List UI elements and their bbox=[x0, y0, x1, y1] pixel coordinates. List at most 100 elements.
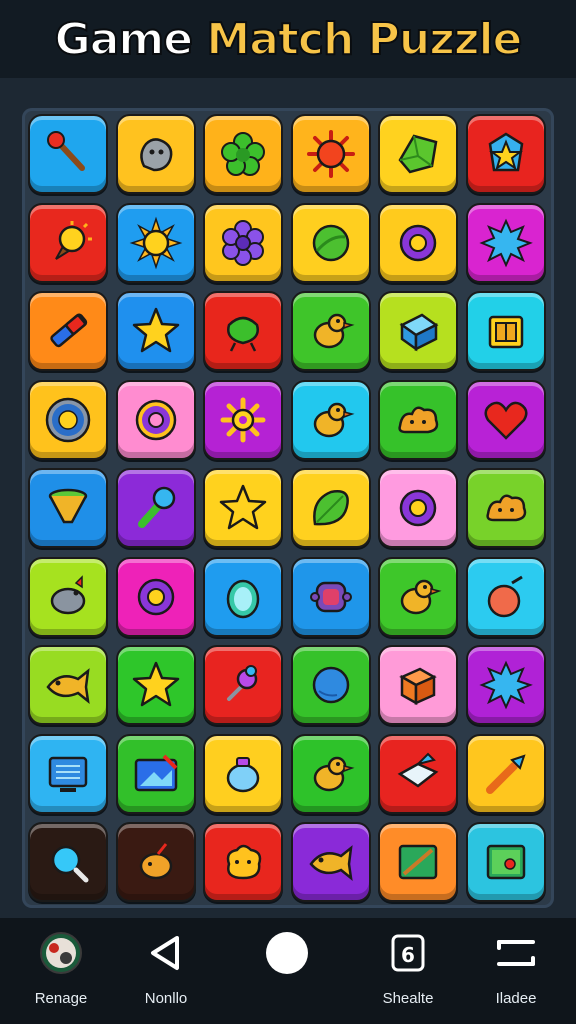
game-tile[interactable] bbox=[28, 645, 108, 725]
sun-cone-icon bbox=[55, 220, 92, 260]
game-tile[interactable] bbox=[378, 556, 458, 637]
game-tile[interactable] bbox=[203, 202, 283, 283]
game-tile[interactable] bbox=[203, 291, 283, 371]
game-tile[interactable] bbox=[28, 291, 108, 371]
game-tile[interactable] bbox=[290, 556, 371, 637]
game-tile[interactable] bbox=[28, 379, 108, 460]
game-tile[interactable] bbox=[465, 291, 546, 371]
heart-icon bbox=[484, 401, 527, 440]
game-tile[interactable] bbox=[203, 379, 283, 460]
fish-icon bbox=[308, 845, 353, 881]
yellow-star-icon bbox=[132, 661, 179, 707]
game-tile[interactable] bbox=[290, 291, 371, 371]
nav-item-label: Renage bbox=[34, 990, 88, 1007]
game-tile[interactable] bbox=[290, 645, 371, 725]
game-tile[interactable] bbox=[28, 822, 108, 902]
bottom-navigation-bar: Renage Nonllo 6 Shealte Iladee bbox=[0, 918, 576, 1024]
game-tile[interactable] bbox=[115, 733, 196, 814]
game-tile[interactable] bbox=[28, 468, 108, 548]
game-tile[interactable] bbox=[115, 379, 196, 460]
game-tile[interactable] bbox=[28, 556, 108, 637]
nav-item-label: Iladee bbox=[495, 990, 537, 1007]
purple-creature-icon bbox=[309, 581, 352, 612]
game-tile[interactable] bbox=[290, 733, 371, 814]
game-tile[interactable] bbox=[203, 645, 283, 725]
game-tile[interactable] bbox=[203, 733, 283, 814]
game-tile[interactable] bbox=[290, 114, 371, 194]
nav-item-nonllo[interactable]: Nonllo bbox=[111, 930, 221, 1020]
sun-badge-icon bbox=[45, 397, 91, 442]
game-tile[interactable] bbox=[290, 379, 371, 460]
game-tile[interactable] bbox=[28, 733, 108, 814]
game-tile[interactable] bbox=[28, 114, 108, 194]
game-tile[interactable] bbox=[28, 202, 108, 283]
game-tile[interactable] bbox=[378, 291, 458, 371]
nav-item-iladee[interactable]: Iladee bbox=[461, 930, 571, 1020]
game-tile[interactable] bbox=[115, 468, 196, 548]
lantern-icon bbox=[226, 756, 260, 792]
title-word-game: Game bbox=[54, 13, 194, 66]
game-tile[interactable] bbox=[115, 202, 196, 283]
game-tile[interactable] bbox=[115, 645, 196, 725]
game-tile[interactable] bbox=[465, 468, 546, 548]
recent-apps-icon: 6 bbox=[385, 930, 431, 976]
avatar-icon bbox=[38, 930, 84, 976]
game-tile[interactable] bbox=[115, 291, 196, 371]
game-tile[interactable] bbox=[465, 379, 546, 460]
game-tile[interactable] bbox=[378, 645, 458, 725]
game-tile[interactable] bbox=[465, 202, 546, 283]
game-tile[interactable] bbox=[378, 114, 458, 194]
yellow-blob-icon bbox=[226, 844, 262, 880]
nav-item-shealte[interactable]: 6 Shealte bbox=[353, 930, 463, 1020]
funnel-icon bbox=[48, 488, 88, 524]
green-orb-icon bbox=[312, 224, 349, 261]
apple-icon bbox=[487, 575, 523, 617]
yellow-box-icon bbox=[488, 315, 523, 349]
blue-star-gem-icon bbox=[488, 132, 523, 172]
purple-flower-icon bbox=[222, 219, 264, 266]
game-tile[interactable] bbox=[290, 202, 371, 283]
nav-item-label: Nonllo bbox=[144, 990, 188, 1007]
game-tile[interactable] bbox=[203, 468, 283, 548]
menu-bars-icon bbox=[493, 930, 539, 976]
game-tile[interactable] bbox=[465, 733, 546, 814]
game-tile[interactable] bbox=[465, 822, 546, 902]
game-tile[interactable] bbox=[115, 822, 196, 902]
page-title: Game Match Puzzle bbox=[54, 13, 524, 66]
yellow-star-icon bbox=[219, 484, 267, 530]
game-tile[interactable] bbox=[465, 556, 546, 637]
matchstick-icon bbox=[47, 131, 85, 171]
donut-icon bbox=[135, 399, 176, 440]
purple-ring-icon bbox=[137, 578, 174, 615]
game-tile[interactable] bbox=[203, 556, 283, 637]
orange-cube-icon bbox=[399, 667, 437, 706]
orange-fruit-icon bbox=[139, 843, 172, 880]
game-tile[interactable] bbox=[378, 379, 458, 460]
red-sun-icon bbox=[306, 130, 355, 178]
green-gem-icon bbox=[398, 134, 438, 174]
header: Game Match Puzzle bbox=[0, 0, 576, 78]
blue-splat-icon bbox=[478, 660, 533, 710]
game-tile[interactable] bbox=[465, 645, 546, 725]
game-tile[interactable] bbox=[203, 114, 283, 194]
title-word-match: Match bbox=[205, 13, 355, 66]
duck-icon bbox=[313, 756, 355, 791]
game-tile[interactable] bbox=[115, 556, 196, 637]
green-leaf-icon bbox=[312, 490, 349, 526]
nav-item-home[interactable] bbox=[232, 930, 342, 1020]
pin-icon bbox=[227, 665, 258, 701]
duck-icon bbox=[400, 579, 442, 614]
nav-item-renage[interactable]: Renage bbox=[6, 930, 116, 1020]
game-tile[interactable] bbox=[378, 822, 458, 902]
game-tile[interactable] bbox=[378, 468, 458, 548]
green-card-icon bbox=[398, 844, 438, 880]
game-tile[interactable] bbox=[290, 468, 371, 548]
game-tile[interactable] bbox=[203, 822, 283, 902]
duck-icon bbox=[313, 313, 355, 349]
game-tile[interactable] bbox=[378, 202, 458, 283]
game-tile[interactable] bbox=[378, 733, 458, 814]
egg-icon bbox=[226, 579, 260, 618]
game-tile[interactable] bbox=[115, 114, 196, 194]
game-tile[interactable] bbox=[465, 114, 546, 194]
game-tile[interactable] bbox=[290, 822, 371, 902]
